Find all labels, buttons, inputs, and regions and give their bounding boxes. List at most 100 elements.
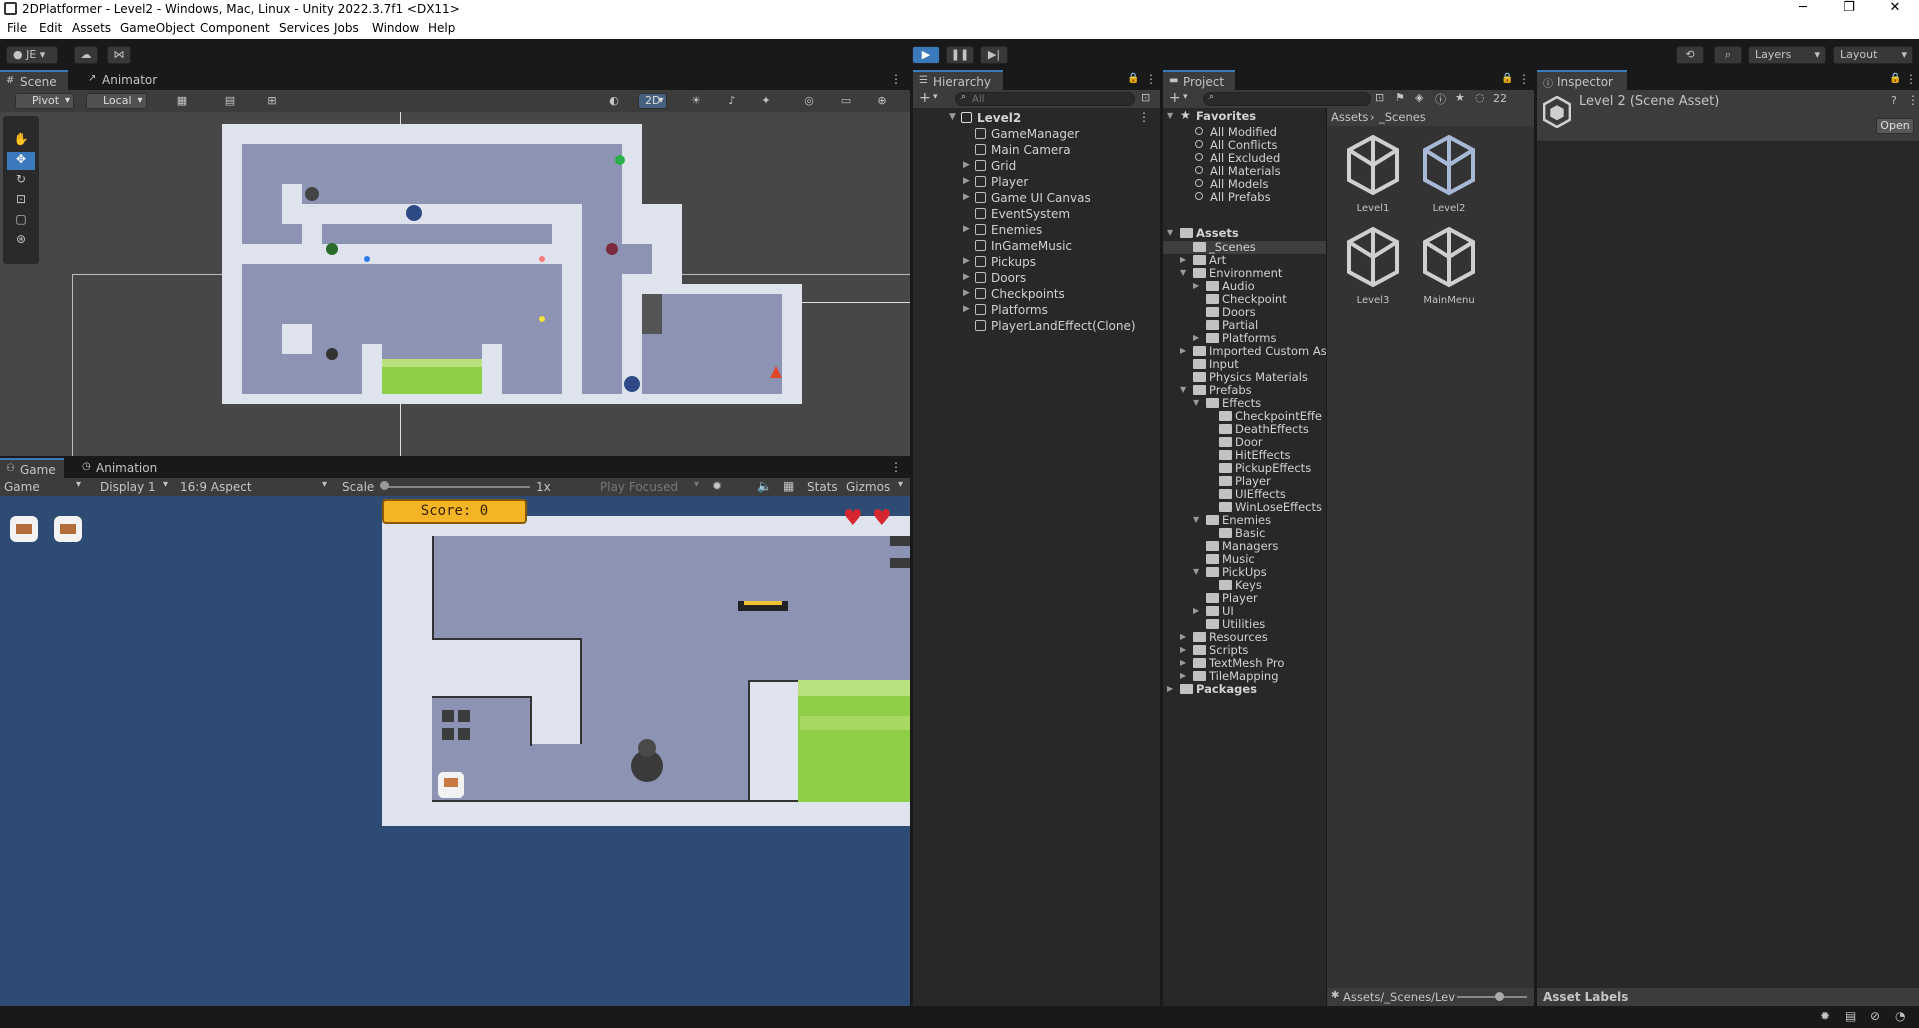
create-plus-icon[interactable]: +	[919, 90, 931, 106]
audio-icon[interactable]: ♪	[722, 93, 742, 109]
breadcrumb-assets[interactable]: Assets	[1331, 110, 1368, 124]
rotate-tool-icon[interactable]: ↻	[7, 172, 35, 190]
tab-project[interactable]: ▬ Project	[1163, 70, 1235, 90]
kebab-menu-icon[interactable]: ⋮	[890, 460, 902, 474]
expand-arrow-icon[interactable]: ▶	[963, 272, 970, 282]
favorites-item[interactable]: All Prefabs	[1163, 191, 1326, 204]
expand-arrow-icon[interactable]: ▶	[963, 160, 970, 170]
expand-arrow-icon[interactable]: ▶	[963, 192, 970, 202]
search-by-importer-icon[interactable]: ◈	[1415, 91, 1423, 104]
expand-arrow-icon[interactable]: ▼	[949, 112, 956, 122]
tab-hierarchy[interactable]: ☰ Hierarchy	[913, 70, 1003, 90]
visibility-icon[interactable]: ◎	[799, 93, 819, 109]
folder-item[interactable]: ▶ TileMapping	[1163, 670, 1326, 683]
folder-item[interactable]: Utilities	[1163, 618, 1326, 631]
menu-component[interactable]: Component	[200, 21, 270, 35]
expand-arrow-icon[interactable]: ▶	[1180, 658, 1186, 667]
menu-assets[interactable]: Assets	[72, 21, 111, 35]
layers-dropdown[interactable]: Layers ▾	[1748, 46, 1826, 64]
camera-icon[interactable]: ▭	[836, 93, 856, 109]
step-button[interactable]: ▶|	[980, 46, 1008, 64]
scale-tool-icon[interactable]: ⊡	[7, 192, 35, 210]
bug-icon[interactable]: ✹	[1820, 1009, 1830, 1023]
tool-settings-icon[interactable]: ⊞	[262, 93, 282, 109]
folder-item[interactable]: ▶ Audio	[1163, 280, 1326, 293]
help-icon[interactable]: ?	[1891, 94, 1897, 107]
tab-scene[interactable]: # Scene	[0, 70, 68, 90]
folder-item[interactable]: UIEffects	[1163, 488, 1326, 501]
expand-arrow-icon[interactable]: ▶	[1193, 606, 1199, 615]
folder-item[interactable]: CheckpointEffe	[1163, 410, 1326, 423]
folder-item[interactable]: Keys	[1163, 579, 1326, 592]
2d-toggle[interactable]: 2D	[638, 93, 668, 109]
expand-arrow-icon[interactable]: ▶	[1180, 645, 1186, 654]
gizmos-button[interactable]: Gizmos	[846, 480, 890, 494]
close-button[interactable]: ✕	[1872, 0, 1918, 18]
hierarchy-item[interactable]: InGameMusic	[913, 238, 1160, 254]
tab-animator[interactable]: ↗ Animator	[82, 70, 162, 90]
lock-icon[interactable]: 🔒	[1127, 73, 1139, 84]
menu-window[interactable]: Window	[372, 21, 419, 35]
expand-arrow-icon[interactable]: ▶	[963, 288, 970, 298]
log-icon[interactable]: ⓘ	[1435, 91, 1446, 107]
folder-item[interactable]: ▼ PickUps	[1163, 566, 1326, 579]
expand-arrow-icon[interactable]: ▶	[1180, 346, 1186, 355]
hierarchy-item[interactable]: PlayerLandEffect(Clone)	[913, 318, 1160, 334]
kebab-menu-icon[interactable]: ⋮	[1138, 110, 1150, 124]
folder-item[interactable]: ▶ UI	[1163, 605, 1326, 618]
expand-arrow-icon[interactable]: ▶	[1167, 684, 1173, 693]
transform-tool-icon[interactable]: ⊛	[7, 232, 35, 250]
account-dropdown[interactable]: ● JE ▾	[6, 46, 58, 64]
folder-item[interactable]: ▼ Effects	[1163, 397, 1326, 410]
favorite-star-icon[interactable]: ★	[1455, 91, 1465, 104]
scene-asset[interactable]: Level2	[1409, 134, 1489, 214]
scene-asset[interactable]: Level3	[1333, 226, 1413, 306]
search-options-icon[interactable]: ⊡	[1141, 91, 1150, 104]
expand-arrow-icon[interactable]: ▶	[1193, 333, 1199, 342]
folder-item[interactable]: ▶ TextMesh Pro	[1163, 657, 1326, 670]
hierarchy-item[interactable]: ▶ Doors	[913, 270, 1160, 286]
rect-tool-icon[interactable]: ▢	[7, 212, 35, 230]
aspect-dropdown[interactable]: 16:9 Aspect	[180, 480, 252, 494]
play-focused-dropdown[interactable]: Play Focused	[600, 480, 678, 494]
expand-arrow-icon[interactable]: ▼	[1193, 567, 1199, 576]
bug-icon[interactable]: ✹	[712, 479, 722, 493]
favorites-item[interactable]: All Materials	[1163, 165, 1326, 178]
breadcrumb-scenes[interactable]: _Scenes	[1379, 110, 1426, 124]
kebab-menu-icon[interactable]: ⋮	[1145, 72, 1157, 86]
move-tool-icon[interactable]: ✥	[7, 152, 35, 170]
folder-item[interactable]: _Scenes	[1163, 241, 1326, 254]
lock-icon[interactable]: 🔒	[1889, 73, 1901, 84]
expand-arrow-icon[interactable]: ▶	[963, 304, 970, 314]
scale-slider-handle[interactable]	[380, 481, 389, 490]
expand-arrow-icon[interactable]: ▼	[1167, 228, 1173, 237]
favorites-item[interactable]: All Modified	[1163, 126, 1326, 139]
scene-asset[interactable]: Level1	[1333, 134, 1413, 214]
expand-arrow-icon[interactable]: ▼	[1193, 515, 1199, 524]
folder-item[interactable]: Physics Materials	[1163, 371, 1326, 384]
play-button[interactable]: ▶	[912, 46, 940, 64]
folder-item[interactable]: ▼ Prefabs	[1163, 384, 1326, 397]
folder-item[interactable]: HitEffects	[1163, 449, 1326, 462]
collab-button[interactable]: ⋈	[107, 46, 131, 64]
folder-item[interactable]: ▶ Art	[1163, 254, 1326, 267]
mute-audio-icon[interactable]: 🔈	[757, 479, 772, 493]
expand-arrow-icon[interactable]: ▶	[1180, 632, 1186, 641]
kebab-menu-icon[interactable]: ⋮	[890, 72, 902, 86]
folder-item[interactable]: Door	[1163, 436, 1326, 449]
gizmo-icon[interactable]: ⊕	[872, 93, 892, 109]
hierarchy-item[interactable]: GameManager	[913, 126, 1160, 142]
favorites-item[interactable]: All Excluded	[1163, 152, 1326, 165]
folder-item[interactable]: ▶ Platforms	[1163, 332, 1326, 345]
scene-row[interactable]: ▼ Level2 ⋮	[913, 110, 1160, 126]
menu-edit[interactable]: Edit	[39, 21, 62, 35]
hierarchy-search-input[interactable]	[955, 92, 1135, 106]
expand-arrow-icon[interactable]: ▶	[1193, 281, 1199, 290]
folder-item[interactable]: Music	[1163, 553, 1326, 566]
network-icon[interactable]: ◔	[1895, 1009, 1905, 1023]
maximize-button[interactable]: ❐	[1826, 0, 1872, 18]
expand-arrow-icon[interactable]: ▶	[963, 256, 970, 266]
folder-item[interactable]: ▶ Imported Custom Ass	[1163, 345, 1326, 358]
icon-size-slider[interactable]	[1457, 996, 1527, 998]
folder-item[interactable]: ▶ Scripts	[1163, 644, 1326, 657]
